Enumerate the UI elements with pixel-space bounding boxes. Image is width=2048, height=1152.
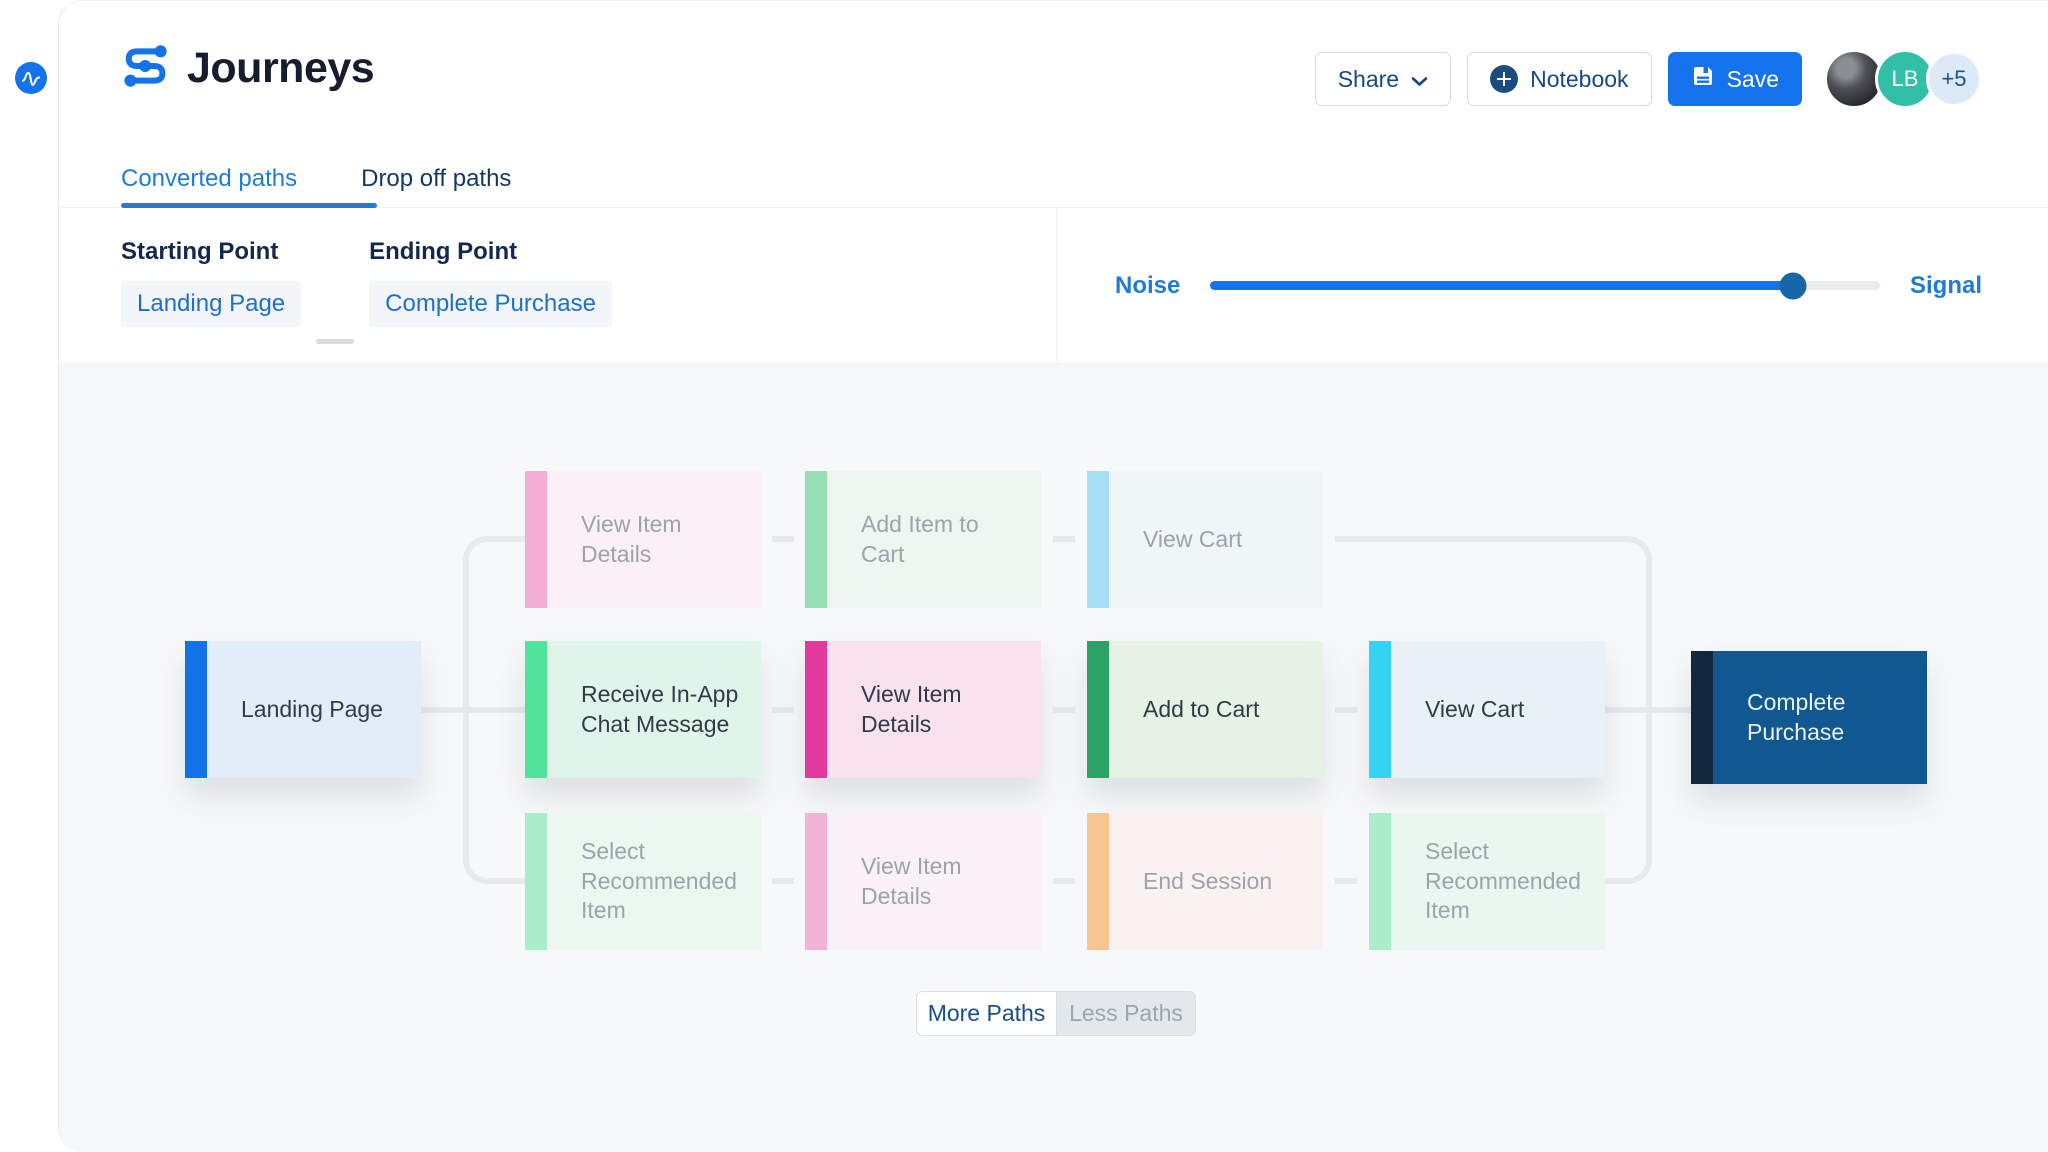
node-label: View Item Details [581,510,745,570]
tab-converted-paths[interactable]: Converted paths [121,165,297,193]
flow-node-end[interactable]: Complete Purchase [1691,651,1927,784]
flow-node[interactable]: View Cart [1369,641,1605,778]
amplitude-icon[interactable] [15,62,47,94]
paths-toggle: More Paths Less Paths [916,991,1196,1036]
node-accent-bar [1691,651,1713,784]
endpoint-connector-dash [316,339,354,344]
path-endpoints: Starting Point Landing Page Ending Point… [59,208,1056,363]
flow-node[interactable]: View Cart [1087,471,1323,608]
node-label: End Session [1143,867,1272,897]
notebook-button[interactable]: Notebook [1467,52,1651,106]
connector-dash [772,707,794,713]
slider-handle[interactable] [1779,272,1806,299]
connector-dash [772,878,794,884]
node-accent-bar [1369,641,1391,778]
journeys-s-path-icon [121,43,171,94]
node-accent-bar [1087,641,1109,778]
node-label: View Cart [1143,525,1242,555]
connector-dash [1053,707,1075,713]
journey-canvas: Landing Page View Item Details Add Item … [59,364,2048,1152]
flow-node[interactable]: Select Recommended Item [525,813,761,950]
node-accent-bar [185,641,207,778]
flow-node-start[interactable]: Landing Page [185,641,421,778]
save-button[interactable]: Save [1668,52,1802,106]
flow-node[interactable]: Add Item to Cart [805,471,1041,608]
node-label: Select Recommended Item [581,837,745,927]
flow-node[interactable]: View Item Details [805,813,1041,950]
chevron-down-icon [1411,66,1428,93]
less-paths-button[interactable]: Less Paths [1057,992,1195,1035]
ending-point-chip[interactable]: Complete Purchase [369,281,612,327]
floppy-disk-icon [1691,64,1715,94]
node-label: Landing Page [241,695,383,725]
connector-dash [1335,707,1357,713]
node-label: Add to Cart [1143,695,1259,725]
plus-circle-icon [1490,65,1518,93]
connector-dash [1053,536,1075,542]
node-accent-bar [525,641,547,778]
node-accent-bar [805,641,827,778]
node-label: View Cart [1425,695,1524,725]
avatar-group: LB +5 [1824,49,1982,109]
node-accent-bar [525,471,547,608]
connector-top-right-elbow [1335,536,1652,582]
node-accent-bar [1087,813,1109,950]
header: Journeys Share Notebook [59,1,2048,208]
connector-dash [1053,878,1075,884]
flow-node[interactable]: View Item Details [525,471,761,608]
node-label: View Item Details [861,680,1025,740]
avatar-overflow-badge[interactable]: +5 [1926,51,1982,107]
noise-signal-slider[interactable] [1210,281,1880,290]
main-card: Journeys Share Notebook [58,0,2048,1152]
flow-node[interactable]: View Item Details [805,641,1041,778]
connector-dash [772,536,794,542]
flow-node[interactable]: Receive In-App Chat Message [525,641,761,778]
page-title: Journeys [187,44,374,93]
ending-point-label: Ending Point [369,238,612,266]
node-label: Receive In-App Chat Message [581,680,745,740]
node-label: View Item Details [861,852,1025,912]
flow-node[interactable]: End Session [1087,813,1323,950]
signal-label: Signal [1910,272,1982,300]
node-accent-bar [805,813,827,950]
node-label: Select Recommended Item [1425,837,1589,927]
tab-bar: Converted paths Drop off paths [121,165,511,193]
brand: Journeys [121,43,374,94]
node-accent-bar [1369,813,1391,950]
connector-to-end [1605,707,1691,713]
more-paths-button[interactable]: More Paths [917,992,1057,1035]
header-actions: Share Notebook [1315,49,1982,109]
starting-point-label: Starting Point [121,238,301,266]
connector-dash [1335,878,1357,884]
flow-node[interactable]: Add to Cart [1087,641,1323,778]
node-accent-bar [525,813,547,950]
connector-main [421,707,525,713]
tab-drop-off-paths[interactable]: Drop off paths [361,165,511,193]
node-accent-bar [805,471,827,608]
noise-label: Noise [1115,272,1180,300]
flow-node[interactable]: Select Recommended Item [1369,813,1605,950]
left-rail [0,0,58,1152]
starting-point-chip[interactable]: Landing Page [121,281,301,327]
node-accent-bar [1087,471,1109,608]
subheader: Starting Point Landing Page Ending Point… [59,208,2048,364]
connector-bottom-right-elbow [1605,841,1652,884]
node-label: Complete Purchase [1747,688,1911,748]
slider-fill [1210,281,1793,290]
share-button[interactable]: Share [1315,52,1451,106]
noise-signal-panel: Noise Signal [1057,208,2048,363]
node-label: Add Item to Cart [861,510,1025,570]
